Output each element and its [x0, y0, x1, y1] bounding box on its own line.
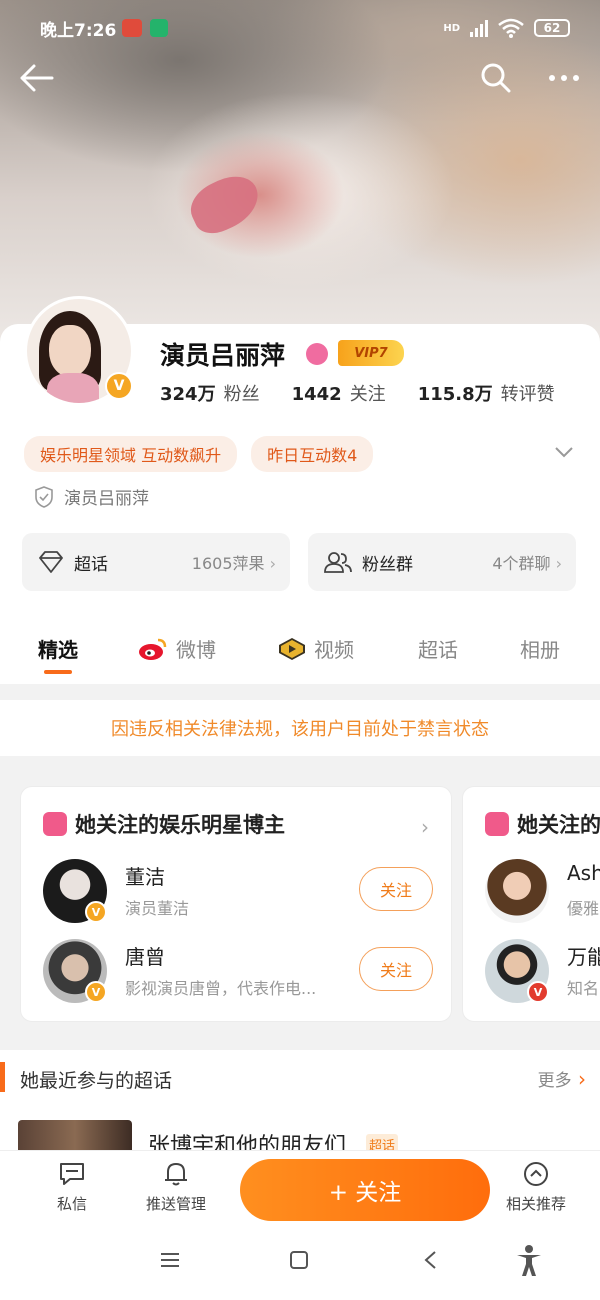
follow-button[interactable]: 关注	[359, 947, 433, 991]
chevron-up-circle-icon	[524, 1162, 548, 1186]
section-accent-bar	[0, 1062, 5, 1092]
recommend-card: 她关注的娱乐明星博主 › V 董洁 演员董洁 关注 V 唐曾 影视演员唐曾，代表…	[20, 786, 452, 1022]
stat-likes[interactable]: 115.8万 转评赞	[418, 380, 555, 406]
search-icon[interactable]	[480, 62, 512, 94]
follow-main-button[interactable]: + 关注	[240, 1159, 490, 1221]
hd-indicator: HD	[443, 22, 460, 34]
recommend-person[interactable]: V 唐曾 影视演员唐曾，代表作电... 关注	[43, 939, 433, 1003]
avatar-body	[47, 373, 99, 403]
vip-badge[interactable]: VIP7	[338, 340, 404, 366]
supertopic-heading: 她最近参与的超话	[20, 1070, 173, 1092]
verified-badge-icon: V	[105, 372, 133, 400]
tab-weibo[interactable]: 微博	[138, 634, 216, 663]
shield-icon	[35, 485, 53, 508]
group-icon	[324, 552, 352, 573]
supertopic-entry[interactable]: 超话 1605萍果	[22, 533, 290, 591]
profile-tags: 娱乐明星领域 互动数飙升 昨日互动数4	[24, 436, 374, 472]
profile-entry-boxes: 超话 1605萍果 粉丝群 4个群聊	[22, 533, 576, 591]
verification-text: 演员吕丽萍	[64, 489, 149, 509]
weibo-icon	[139, 638, 167, 660]
fan-group-label: 粉丝群	[362, 554, 413, 575]
more-options-icon[interactable]	[546, 62, 582, 94]
recommend-card-partial: 她关注的 Ash 優雅 V 万能 知名	[462, 786, 600, 1022]
chevron-right-icon[interactable]: ›	[421, 815, 429, 839]
person-name: 唐曾	[125, 945, 165, 969]
recommend-title[interactable]: 她关注的	[485, 809, 600, 839]
chat-bubble-icon	[60, 1163, 84, 1185]
app-notification-icon	[122, 19, 143, 37]
supertopic-value: 1605萍果	[192, 550, 276, 574]
back-arrow-icon[interactable]	[18, 62, 54, 94]
recommend-person[interactable]: V 董洁 演员董洁 关注	[43, 859, 433, 923]
chevron-down-icon[interactable]	[552, 440, 576, 464]
cover-cat-tongue	[183, 167, 267, 241]
wifi-icon	[498, 18, 524, 38]
shield-notification-icon	[150, 19, 169, 37]
grid-app-icon	[43, 812, 67, 836]
stat-following[interactable]: 1442 关注	[292, 380, 386, 406]
diamond-icon	[39, 551, 63, 573]
supertopic-header: 她最近参与的超话 更多	[0, 1060, 600, 1100]
push-settings-button[interactable]: 推送管理	[136, 1161, 216, 1214]
supertopic-label: 超话	[74, 554, 108, 575]
ban-notice: 因违反相关法律法规，该用户目前处于禁言状态	[0, 700, 600, 756]
status-bar: 晚上7:26 HD 62	[40, 14, 570, 42]
tab-video[interactable]: 视频	[278, 634, 354, 663]
person-name: 万能	[567, 945, 600, 969]
fan-group-value: 4个群聊	[492, 550, 562, 574]
bottom-action-bar: 私信 推送管理 + 关注 相关推荐	[0, 1150, 600, 1228]
person-name: Ash	[567, 861, 600, 885]
verified-badge-icon: V	[85, 901, 107, 923]
home-icon[interactable]	[288, 1250, 310, 1274]
tag-interaction-trend[interactable]: 娱乐明星领域 互动数飙升	[24, 436, 238, 472]
grid-app-icon	[485, 812, 509, 836]
profile-stats: 324万 粉丝 1442 关注 115.8万 转评赞	[160, 380, 555, 406]
menu-icon[interactable]	[158, 1250, 182, 1274]
pink-medal-icon[interactable]	[306, 343, 328, 365]
tab-active-indicator	[44, 670, 72, 674]
message-button[interactable]: 私信	[32, 1161, 112, 1214]
tag-yesterday-interaction[interactable]: 昨日互动数4	[251, 436, 374, 472]
fan-group-entry[interactable]: 粉丝群 4个群聊	[308, 533, 576, 591]
related-recommend-button[interactable]: 相关推荐	[496, 1161, 576, 1214]
avatar-face	[49, 325, 91, 377]
follow-button[interactable]: 关注	[359, 867, 433, 911]
person-description: 優雅	[567, 899, 600, 918]
recommend-person[interactable]: V 万能 知名	[485, 939, 600, 1003]
status-time: 晚上7:26	[40, 20, 117, 41]
battery-icon: 62	[534, 19, 570, 37]
verification-info: 演员吕丽萍	[34, 484, 149, 509]
supertopic-more-link[interactable]: 更多	[538, 1066, 586, 1091]
signal-icon	[470, 19, 488, 37]
tab-featured[interactable]: 精选	[38, 634, 78, 663]
recommend-title[interactable]: 她关注的娱乐明星博主	[43, 809, 285, 839]
back-icon[interactable]	[420, 1250, 442, 1274]
person-description: 影视演员唐曾，代表作电...	[125, 979, 317, 998]
top-navigation	[18, 58, 582, 98]
verified-badge-icon: V	[527, 981, 549, 1003]
stat-followers[interactable]: 324万 粉丝	[160, 380, 260, 406]
person-description: 演员董洁	[125, 899, 190, 918]
person-description: 知名	[567, 979, 600, 998]
profile-name: 演员吕丽萍	[160, 341, 286, 370]
accessibility-icon[interactable]	[514, 1244, 544, 1282]
video-icon	[279, 637, 305, 660]
person-name: 董洁	[125, 865, 165, 889]
tab-supertopic[interactable]: 超话	[418, 634, 458, 663]
verified-badge-icon: V	[85, 981, 107, 1003]
system-nav-bar	[0, 1228, 600, 1300]
bell-icon	[165, 1163, 187, 1186]
tab-album[interactable]: 相册	[520, 634, 560, 663]
recommend-person[interactable]: Ash 優雅	[485, 859, 600, 923]
profile-tabs: 精选 微博 视频 超话 相册	[0, 620, 600, 682]
avatar	[485, 859, 549, 923]
